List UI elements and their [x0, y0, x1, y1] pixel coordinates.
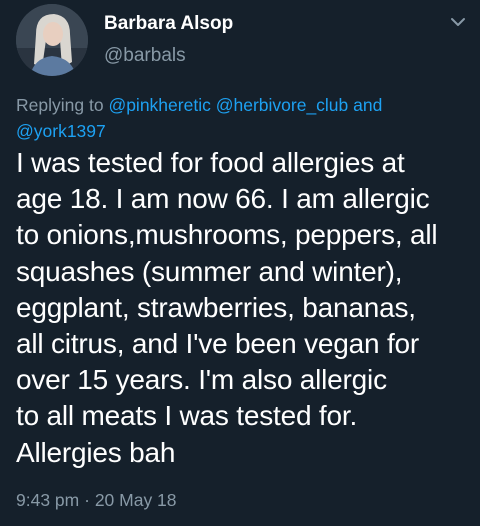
tweet-time: 9:43 pm: [16, 490, 80, 510]
tweet-timestamp[interactable]: 9:43 pm · 20 May 18: [16, 488, 177, 512]
tweet-card: Barbara Alsop @barbals Replying to @pink…: [0, 0, 480, 526]
chevron-down-icon[interactable]: [448, 12, 468, 32]
display-name[interactable]: Barbara Alsop: [104, 12, 233, 36]
timestamp-separator: ·: [84, 490, 90, 510]
user-photo-avatar-icon: [16, 4, 88, 76]
tweet-text: I was tested for food allergies at age 1…: [16, 147, 438, 468]
user-handle[interactable]: @barbals: [104, 44, 186, 68]
mention-link[interactable]: @pinkheretic: [108, 95, 210, 115]
replying-to-line: Replying to @pinkheretic @herbivore_club…: [16, 92, 466, 144]
tweet-date: 20 May 18: [94, 490, 177, 510]
replying-to-label: Replying to: [16, 95, 104, 115]
mention-conjunction: and: [353, 95, 383, 115]
avatar[interactable]: [16, 4, 88, 76]
mention-link[interactable]: @york1397: [16, 121, 106, 141]
mention-link[interactable]: @herbivore_club: [216, 95, 349, 115]
